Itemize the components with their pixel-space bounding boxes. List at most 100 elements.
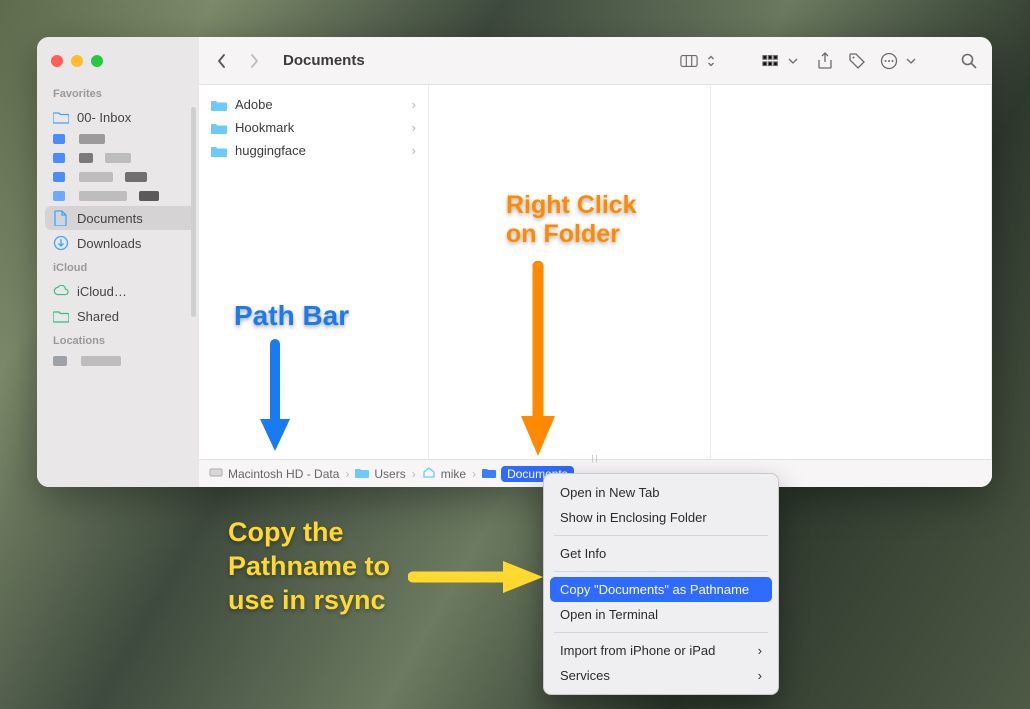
sidebar-section-favorites: Favorites [45,82,195,104]
share-button[interactable] [816,52,834,70]
menu-separator [554,632,768,633]
chevron-left-icon [213,52,231,70]
window-title: Documents [283,52,365,69]
search-button[interactable] [960,52,978,70]
folder-icon [211,99,227,111]
folder-row[interactable]: huggingface › [199,139,428,162]
sidebar-scrollbar[interactable] [191,107,196,317]
sidebar-section-locations: Locations [45,329,195,351]
sidebar-item-downloads[interactable]: Downloads [45,231,195,255]
folder-row[interactable]: Hookmark › [199,116,428,139]
menu-import-iphone[interactable]: Import from iPhone or iPad› [550,638,772,663]
sidebar-section-icloud: iCloud [45,256,195,278]
path-crumb-disk[interactable]: Macintosh HD - Data [209,466,339,481]
folder-icon [482,467,496,481]
path-crumb-label: Macintosh HD - Data [228,467,339,481]
context-menu: Open in New Tab Show in Enclosing Folder… [543,473,779,695]
folder-icon [211,122,227,134]
toolbar: Documents [199,37,992,85]
column-2[interactable] [429,85,711,459]
chevron-down-icon [902,52,920,70]
annotation-pathbar: Path Bar [234,300,349,332]
sidebar-item-documents[interactable]: Documents [45,206,195,230]
folder-label: Hookmark [235,120,294,135]
close-window-icon[interactable] [51,55,63,67]
ellipsis-circle-icon [880,52,898,70]
chevron-right-icon: › [412,467,416,481]
sidebar-item-redacted[interactable] [45,149,195,167]
chevron-down-icon [784,52,802,70]
menu-open-terminal[interactable]: Open in Terminal [550,602,772,627]
path-crumb-label: Users [374,467,405,481]
sidebar-item-icloud-drive[interactable]: iCloud… [45,279,195,303]
arrow-icon [250,339,300,459]
chevron-right-icon: › [758,643,762,658]
menu-get-info[interactable]: Get Info [550,541,772,566]
path-crumb-users[interactable]: Users [355,467,405,481]
resize-handle-icon[interactable]: || [581,454,611,464]
minimize-window-icon[interactable] [71,55,83,67]
sidebar-item-redacted[interactable] [45,168,195,186]
chevron-right-icon: › [412,143,416,158]
folder-label: huggingface [235,143,306,158]
menu-separator [554,571,768,572]
arrow-icon [408,557,548,597]
chevron-right-icon: › [472,467,476,481]
tag-icon [848,52,866,70]
share-icon [816,52,834,70]
folder-icon [53,109,69,125]
columns-icon [680,52,698,70]
document-icon [53,210,69,226]
sidebar-item-label: iCloud… [77,284,127,299]
chevron-right-icon: › [412,97,416,112]
chevron-updown-icon [702,52,720,70]
fullscreen-window-icon[interactable] [91,55,103,67]
sidebar-item-label: Documents [77,211,143,226]
search-icon [960,52,978,70]
annotation-rightclick: Right Click on Folder [506,191,637,249]
cloud-icon [53,283,69,299]
path-crumb-mike[interactable]: mike [422,466,466,481]
view-columns-button[interactable] [680,52,720,70]
download-icon [53,235,69,251]
forward-button[interactable] [245,52,263,70]
path-crumb-label: mike [441,467,466,481]
shared-folder-icon [53,308,69,324]
sidebar-item-redacted[interactable] [45,130,195,148]
tags-button[interactable] [848,52,866,70]
folder-icon [355,467,369,481]
back-button[interactable] [213,52,231,70]
chevron-right-icon [245,52,263,70]
sidebar-item-redacted[interactable] [45,187,195,205]
disk-icon [209,466,223,481]
chevron-right-icon: › [345,467,349,481]
finder-main: Documents [199,37,992,487]
chevron-right-icon: › [758,668,762,683]
sidebar-item-label: Downloads [77,236,141,251]
sidebar: Favorites 00- Inbox Documents [37,37,199,487]
menu-services[interactable]: Services› [550,663,772,688]
folder-row[interactable]: Adobe › [199,93,428,116]
arrow-icon [513,261,563,461]
menu-copy-pathname[interactable]: Copy "Documents" as Pathname [550,577,772,602]
grid-icon [762,52,780,70]
window-controls [45,45,195,81]
group-button[interactable] [762,52,802,70]
sidebar-item-shared[interactable]: Shared [45,304,195,328]
action-button[interactable] [880,52,920,70]
chevron-right-icon: › [412,120,416,135]
sidebar-item-label: Shared [77,309,119,324]
sidebar-item-inbox[interactable]: 00- Inbox [45,105,195,129]
annotation-rsync: Copy the Pathname to use in rsync [228,516,390,617]
folder-label: Adobe [235,97,273,112]
menu-show-enclosing[interactable]: Show in Enclosing Folder [550,505,772,530]
column-3[interactable] [711,85,993,459]
sidebar-item-label: 00- Inbox [77,110,131,125]
folder-icon [211,145,227,157]
menu-separator [554,535,768,536]
column-1[interactable]: Adobe › Hookmark › huggingface › [199,85,429,459]
menu-open-new-tab[interactable]: Open in New Tab [550,480,772,505]
sidebar-item-redacted[interactable] [45,352,195,370]
home-icon [422,466,436,481]
column-browser: Adobe › Hookmark › huggingface › [199,85,992,459]
